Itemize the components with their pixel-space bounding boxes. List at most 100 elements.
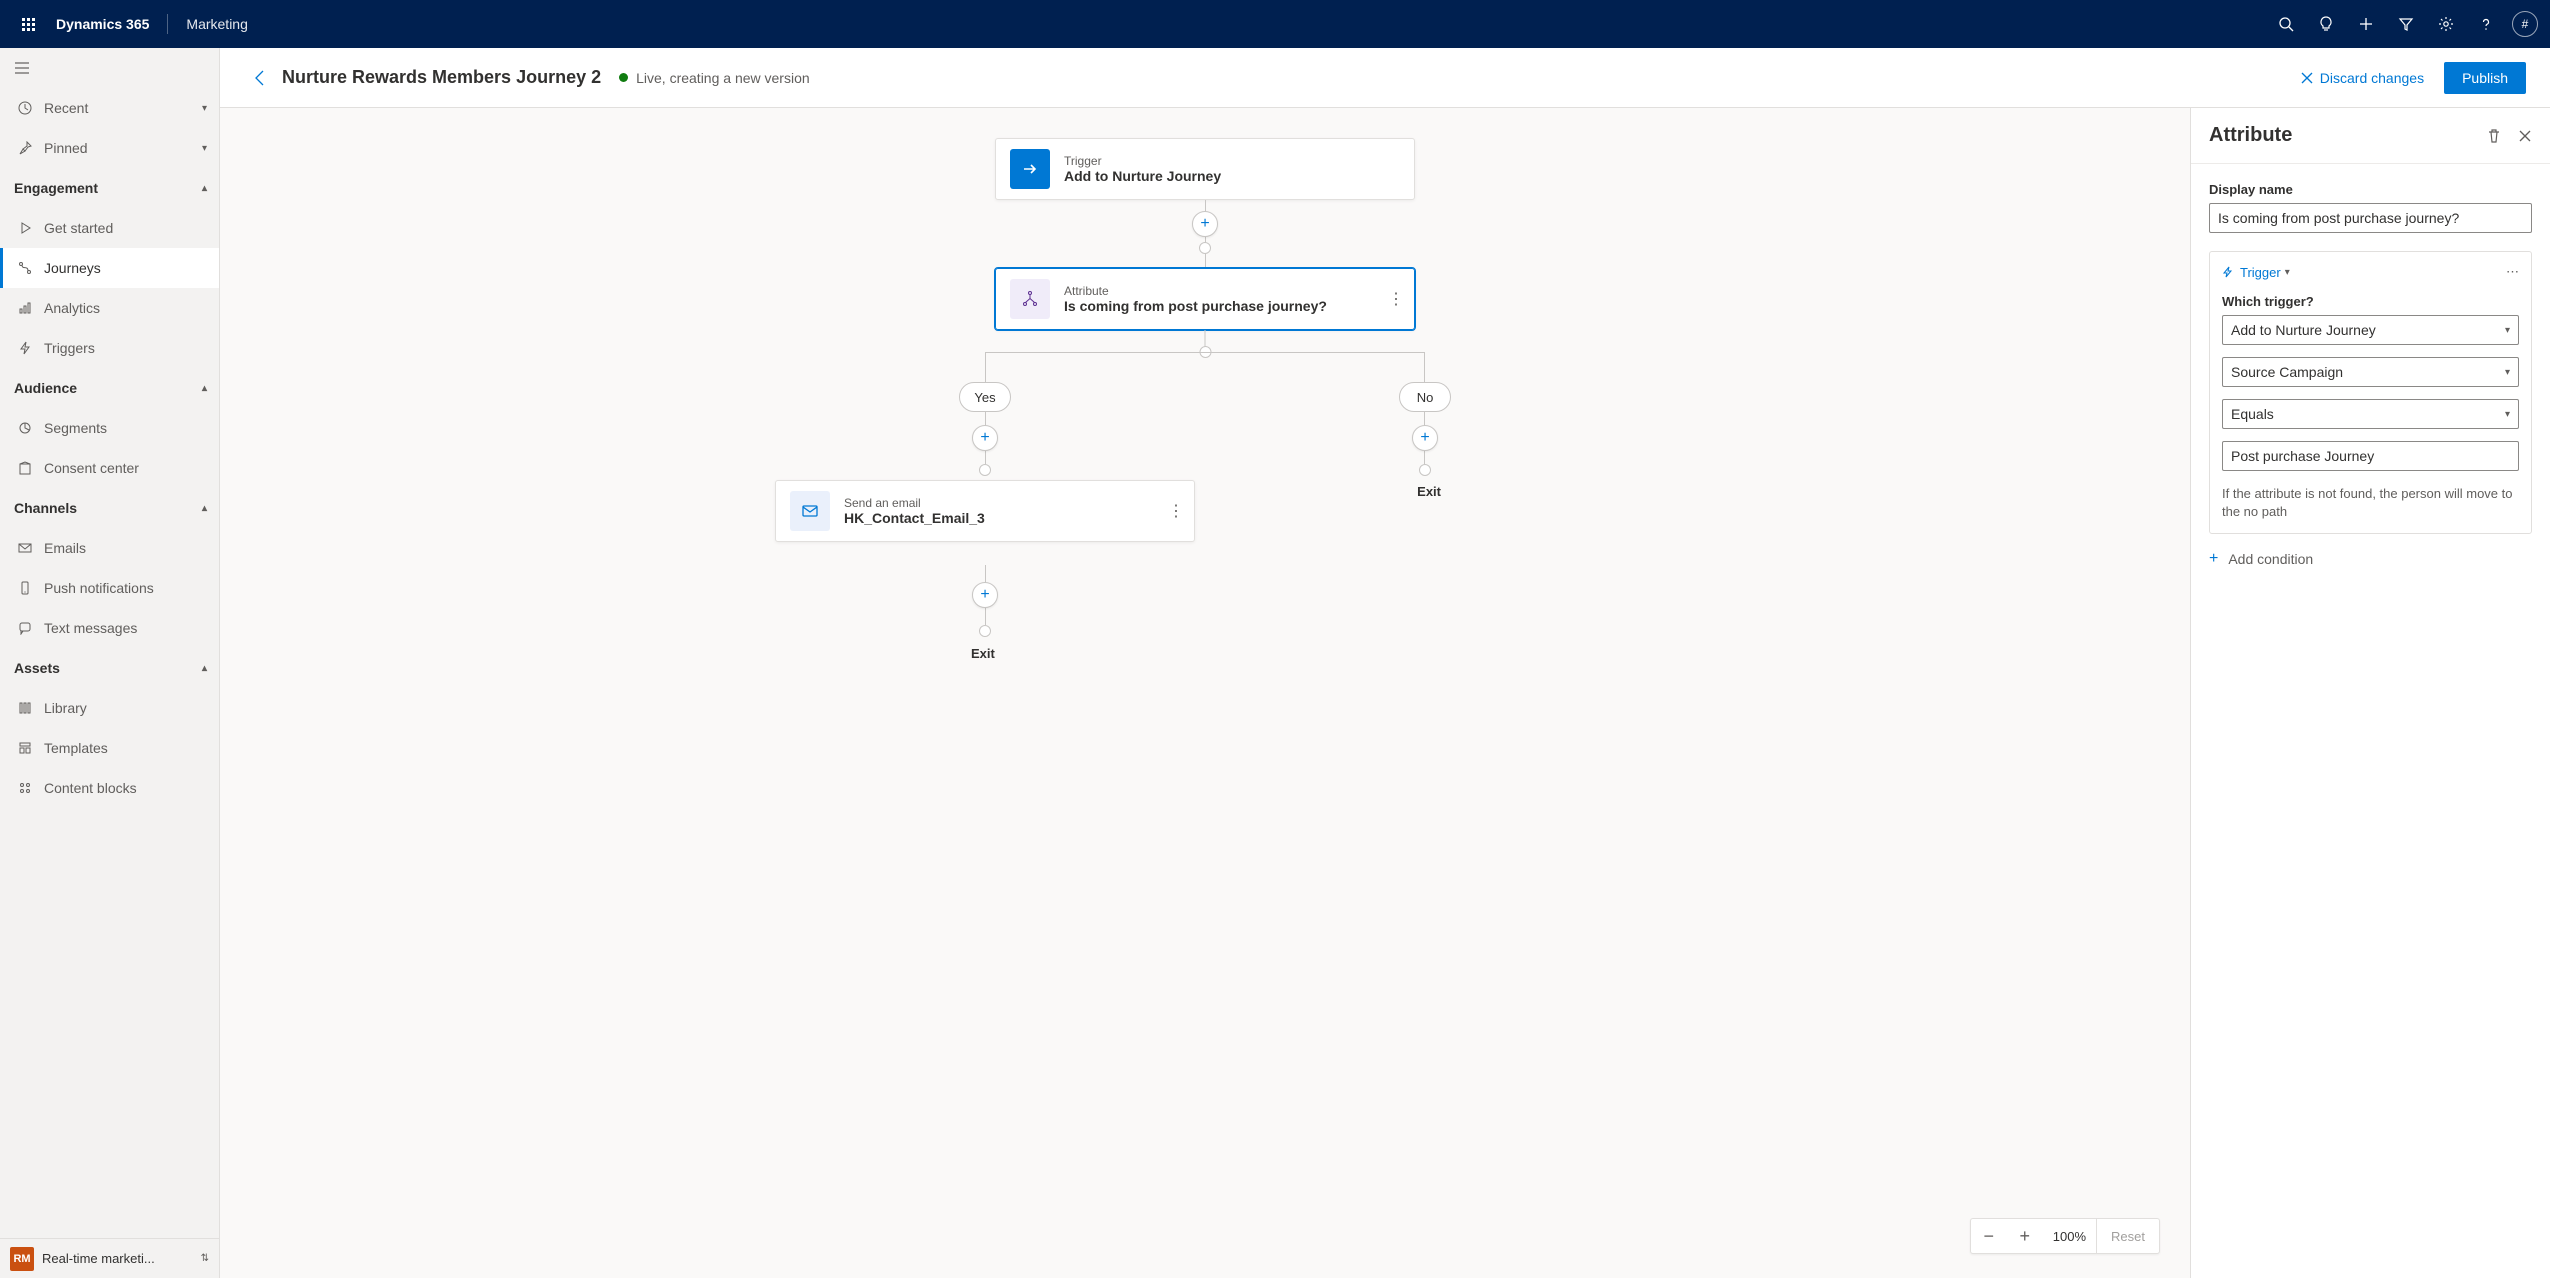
sidebar-library[interactable]: Library [0, 688, 219, 728]
no-pill[interactable]: No [1399, 382, 1451, 412]
add-icon[interactable] [2346, 0, 2386, 48]
sidebar-pinned[interactable]: Pinned ▾ [0, 128, 219, 168]
sms-icon [14, 621, 36, 635]
filter-icon[interactable] [2386, 0, 2426, 48]
brand-name: Dynamics 365 [56, 16, 149, 32]
email-tile[interactable]: Send an email HK_Contact_Email_3 ⋮ [775, 480, 1195, 542]
sidebar-group-channels[interactable]: Channels ▴ [0, 488, 219, 528]
lightbulb-icon[interactable] [2306, 0, 2346, 48]
publish-button[interactable]: Publish [2444, 62, 2526, 94]
add-node-button[interactable]: + [1192, 211, 1218, 237]
attribute-tile-sub: Attribute [1064, 284, 1327, 298]
discard-label: Discard changes [2320, 70, 2424, 86]
close-icon[interactable] [2518, 129, 2532, 143]
sidebar-item-label: Analytics [44, 300, 100, 316]
plus-icon: + [2209, 550, 2218, 568]
sidebar-item-label: Consent center [44, 460, 139, 476]
yes-pill[interactable]: Yes [959, 382, 1011, 412]
sidebar-item-label: Content blocks [44, 780, 137, 796]
sidebar-item-label: Get started [44, 220, 113, 236]
blocks-icon [14, 781, 36, 795]
sidebar-recent[interactable]: Recent ▾ [0, 88, 219, 128]
sidebar-item-label: Push notifications [44, 580, 154, 596]
consent-icon [14, 461, 36, 475]
sidebar-segments[interactable]: Segments [0, 408, 219, 448]
sidebar-group-audience[interactable]: Audience ▴ [0, 368, 219, 408]
journey-canvas[interactable]: Trigger Add to Nurture Journey + [220, 108, 2190, 1278]
sidebar-emails[interactable]: Emails [0, 528, 219, 568]
sidebar-text[interactable]: Text messages [0, 608, 219, 648]
sidebar-item-label: Text messages [44, 620, 137, 636]
sidebar-push[interactable]: Push notifications [0, 568, 219, 608]
trigger-select[interactable]: Add to Nurture Journey ▾ [2222, 315, 2519, 345]
sidebar-content-blocks[interactable]: Content blocks [0, 768, 219, 808]
sidebar-group-engagement[interactable]: Engagement ▴ [0, 168, 219, 208]
area-switcher[interactable]: RM Real-time marketi... ⇅ [0, 1238, 219, 1278]
sidebar-templates[interactable]: Templates [0, 728, 219, 768]
display-name-input[interactable] [2209, 203, 2532, 233]
sidebar-analytics[interactable]: Analytics [0, 288, 219, 328]
chevron-down-icon: ▾ [202, 103, 207, 114]
command-bar: Nurture Rewards Members Journey 2 Live, … [220, 48, 2550, 108]
tile-more-icon[interactable]: ⋮ [1388, 289, 1404, 309]
field-select-value: Source Campaign [2231, 364, 2343, 380]
trigger-tile-main: Add to Nurture Journey [1064, 168, 1221, 184]
zoom-out-button[interactable]: − [1971, 1218, 2007, 1254]
trigger-tile[interactable]: Trigger Add to Nurture Journey [995, 138, 1415, 200]
sidebar-get-started[interactable]: Get started [0, 208, 219, 248]
brand-divider [167, 14, 168, 34]
zoom-in-button[interactable]: + [2007, 1218, 2043, 1254]
journey-icon [14, 261, 36, 275]
module-name: Marketing [186, 16, 247, 32]
add-condition-button[interactable]: + Add condition [2209, 550, 2532, 568]
sidebar-item-label: Library [44, 700, 87, 716]
value-input[interactable] [2222, 441, 2519, 471]
library-icon [14, 701, 36, 715]
add-node-button[interactable]: + [972, 425, 998, 451]
operator-select[interactable]: Equals ▾ [2222, 399, 2519, 429]
field-select[interactable]: Source Campaign ▾ [2222, 357, 2519, 387]
condition-more-icon[interactable]: ⋯ [2506, 264, 2519, 280]
lightning-icon [2222, 266, 2234, 278]
help-icon[interactable] [2466, 0, 2506, 48]
discard-button[interactable]: Discard changes [2300, 70, 2424, 86]
segments-icon [14, 421, 36, 435]
attribute-tile[interactable]: Attribute Is coming from post purchase j… [995, 268, 1415, 330]
branch-split: Yes No + + Exit [865, 330, 1545, 690]
sidebar-item-label: Journeys [44, 260, 101, 276]
email-tile-main: HK_Contact_Email_3 [844, 510, 985, 526]
zoom-value: 100% [2043, 1229, 2096, 1244]
collapse-nav-button[interactable] [0, 48, 219, 88]
back-button[interactable] [244, 62, 276, 94]
chevron-up-icon: ▴ [202, 503, 207, 514]
search-icon[interactable] [2266, 0, 2306, 48]
delete-icon[interactable] [2486, 128, 2502, 144]
clock-icon [14, 101, 36, 115]
sidebar-group-assets[interactable]: Assets ▴ [0, 648, 219, 688]
user-avatar[interactable]: # [2512, 11, 2538, 37]
exit-label: Exit [971, 646, 995, 661]
condition-type[interactable]: Trigger [2240, 265, 2281, 280]
operator-select-value: Equals [2231, 406, 2274, 422]
sidebar-consent[interactable]: Consent center [0, 448, 219, 488]
chevron-down-icon: ▾ [2505, 325, 2510, 336]
status-dot [619, 73, 628, 82]
sidebar-item-label: Segments [44, 420, 107, 436]
sidebar-group-label: Audience [14, 380, 77, 396]
condition-card: Trigger ▾ ⋯ Which trigger? Add to Nurtur… [2209, 251, 2532, 534]
app-launcher[interactable] [12, 8, 44, 40]
zoom-reset-button[interactable]: Reset [2096, 1219, 2159, 1253]
tile-more-icon[interactable]: ⋮ [1168, 501, 1184, 521]
add-node-button[interactable]: + [1412, 425, 1438, 451]
chevron-up-icon: ▴ [202, 183, 207, 194]
sidebar-item-label: Triggers [44, 340, 95, 356]
settings-icon[interactable] [2426, 0, 2466, 48]
chevron-down-icon: ▾ [2505, 409, 2510, 420]
add-node-button[interactable]: + [972, 582, 998, 608]
page-title: Nurture Rewards Members Journey 2 [282, 67, 601, 88]
sidebar-triggers[interactable]: Triggers [0, 328, 219, 368]
trigger-tile-sub: Trigger [1064, 154, 1221, 168]
sidebar-journeys[interactable]: Journeys [0, 248, 219, 288]
connector-ring [979, 464, 991, 476]
connector: + [1205, 200, 1206, 248]
